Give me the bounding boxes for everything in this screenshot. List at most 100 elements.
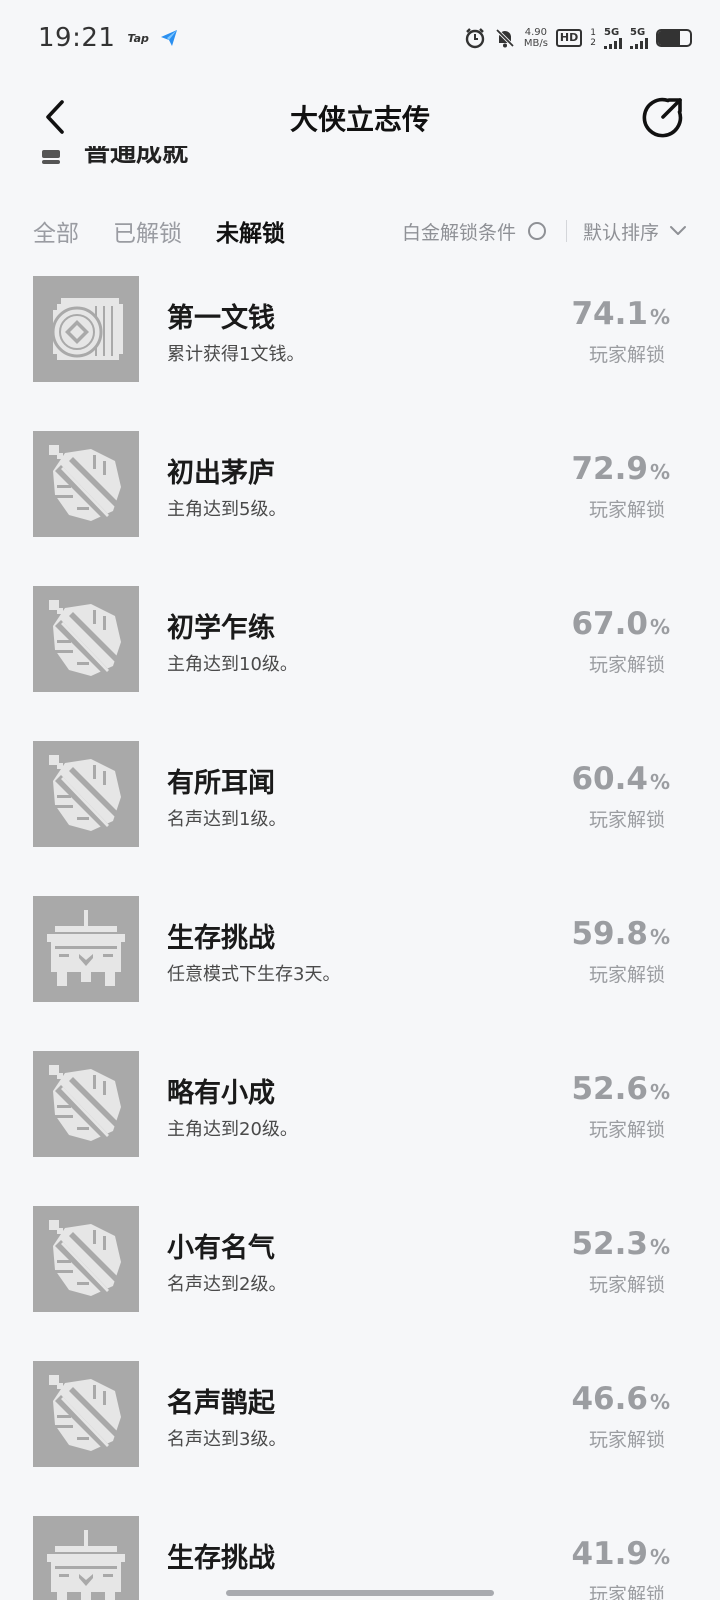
sword-fist-icon	[49, 1065, 121, 1141]
unlock-rate: 46.6%	[571, 1381, 670, 1417]
unlock-rate-value: 72.9	[571, 451, 648, 487]
alarm-icon	[465, 28, 485, 49]
unlock-rate-label: 玩家解锁	[588, 344, 665, 366]
incense-burner-icon	[47, 1530, 125, 1600]
section-header-peek: 普通成就	[0, 146, 720, 176]
signal-1-label: 5G	[604, 26, 620, 38]
sword-fist-icon	[49, 1375, 121, 1451]
filter-row: 全部 已解锁 未解锁 白金解锁条件 默认排序	[0, 208, 720, 254]
filter-tab[interactable]: 全部	[33, 214, 79, 248]
unlock-rate-value: 67.0	[571, 606, 648, 642]
achievement-description: 主角达到20级。	[167, 1119, 298, 1140]
percent-sign: %	[649, 1545, 670, 1569]
battery-icon	[656, 29, 692, 47]
coin-stack-icon	[51, 298, 123, 360]
share-button[interactable]	[636, 90, 690, 144]
unlock-rate: 72.9%	[571, 451, 670, 487]
unlock-rate: 52.6%	[571, 1071, 670, 1107]
achievement-item[interactable]: 生存挑战任意模式下生存3天。 59.8% 玩家解锁	[0, 896, 720, 1051]
filter-options: 白金解锁条件 默认排序	[402, 218, 687, 245]
net-speed-value: 4.90	[524, 27, 548, 38]
network-speed: 4.90 MB/s	[524, 27, 548, 49]
filter-tabs: 全部 已解锁 未解锁	[33, 214, 319, 248]
achievement-name: 第一文钱	[167, 303, 275, 334]
home-indicator	[226, 1590, 494, 1596]
signal-2-label: 5G	[630, 26, 646, 38]
signal-2: 5G	[630, 26, 648, 49]
achievement-item[interactable]: 生存挑战 41.9% 玩家解锁	[0, 1516, 720, 1600]
achievement-description: 任意模式下生存3天。	[167, 964, 341, 985]
signal-bars-icon	[604, 37, 622, 49]
share-icon	[642, 97, 683, 138]
unlock-rate-value: 52.3	[571, 1226, 648, 1262]
achievement-name: 初学乍练	[167, 613, 275, 644]
sword-fist-icon	[49, 445, 121, 521]
notification-icons: Tap	[127, 28, 179, 48]
achievement-description: 名声达到2级。	[167, 1274, 287, 1295]
status-time: 19:21	[38, 23, 116, 53]
status-right: 4.90 MB/s HD 1 2 5G 5G	[464, 27, 692, 49]
achievement-item[interactable]: 有所耳闻 名声达到1级。 60.4% 玩家解锁	[0, 741, 720, 896]
unlock-rate-value: 52.6	[571, 1071, 648, 1107]
sim-numbers: 1 2	[590, 28, 596, 48]
achievement-description: 名声达到1级。	[167, 809, 287, 830]
achievement-description: 名声达到3级。	[167, 1429, 287, 1450]
achievement-badge	[33, 896, 139, 1002]
filter-tab[interactable]: 未解锁	[216, 214, 285, 248]
sword-fist-icon	[49, 755, 121, 831]
achievement-item[interactable]: 初学乍练主角达到10级。 67.0% 玩家解锁	[0, 586, 720, 741]
achievement-item[interactable]: 初出茅庐 主角达到5级。 72.9% 玩家解锁	[0, 431, 720, 586]
status-bar: 19:21 Tap 4.90 MB/s HD 1 2 5G 5G	[0, 0, 720, 76]
percent-sign: %	[649, 460, 670, 484]
achievement-item[interactable]: 略有小成 主角达到20级。 52.6% 玩家解锁	[0, 1051, 720, 1206]
unlock-rate-label: 玩家解锁	[588, 654, 665, 676]
unlock-rate-label: 玩家解锁	[588, 964, 665, 986]
unlock-rate-label: 玩家解锁	[588, 1429, 665, 1451]
divider	[565, 220, 567, 242]
percent-sign: %	[649, 770, 670, 794]
achievement-name: 初出茅庐	[167, 458, 275, 489]
achievement-name: 生存挑战	[167, 923, 275, 954]
unlock-rate: 67.0%	[571, 606, 670, 642]
achievement-item[interactable]: 第一文钱 累计获得1文钱。 74.1% 玩家解锁	[0, 276, 720, 431]
unlock-rate-label: 玩家解锁	[588, 1274, 665, 1296]
incense-burner-icon	[47, 910, 125, 986]
achievement-item[interactable]: 名声鹊起 名声达到3级。 46.6% 玩家解锁	[0, 1361, 720, 1516]
unlock-rate-value: 74.1	[571, 296, 648, 332]
page-title: 大侠立志传	[289, 103, 430, 136]
unlock-rate-label: 玩家解锁	[588, 1119, 665, 1141]
percent-sign: %	[649, 1390, 670, 1414]
sort-label: 默认排序	[582, 221, 659, 244]
unlock-rate: 74.1%	[571, 296, 670, 332]
sword-fist-icon	[49, 600, 121, 676]
achievement-list: 第一文钱 累计获得1文钱。 74.1% 玩家解锁 初出茅庐 主角达到5级。 72.9% 玩家解…	[0, 276, 720, 1600]
signal-bars-icon	[630, 37, 648, 49]
achievement-name: 有所耳闻	[167, 768, 275, 799]
achievement-item[interactable]: 小有名气 名声达到2级。 52.3% 玩家解锁	[0, 1206, 720, 1361]
signal-1: 5G	[604, 26, 622, 49]
unlock-rate-value: 41.9	[571, 1536, 648, 1572]
sword-fist-icon	[49, 1220, 121, 1296]
chevron-left-icon	[46, 100, 64, 134]
platinum-filter-toggle[interactable]: 白金解锁条件	[402, 218, 546, 245]
sort-dropdown[interactable]: 默认排序	[583, 218, 687, 245]
unlock-rate-value: 60.4	[571, 761, 648, 797]
achievement-name: 生存挑战	[167, 1543, 275, 1574]
achievement-badge	[33, 1516, 139, 1600]
percent-sign: %	[649, 615, 670, 639]
achievement-badge	[33, 1051, 139, 1157]
hd-badge: HD	[555, 29, 583, 47]
achievement-description: 主角达到10级。	[167, 654, 298, 675]
unlock-rate-value: 46.6	[571, 1381, 648, 1417]
unlock-rate: 59.8%	[571, 916, 670, 952]
unlock-rate: 41.9%	[571, 1536, 670, 1572]
unlock-rate-label: 玩家解锁	[588, 499, 665, 521]
achievement-badge	[33, 276, 139, 382]
back-button[interactable]	[30, 92, 80, 142]
achievement-badge	[33, 741, 139, 847]
percent-sign: %	[649, 1235, 670, 1259]
unlock-rate-label: 玩家解锁	[588, 1584, 665, 1600]
filter-tab[interactable]: 已解锁	[113, 214, 182, 248]
tap-app-icon: Tap	[127, 31, 149, 45]
unlock-rate: 52.3%	[571, 1226, 670, 1262]
